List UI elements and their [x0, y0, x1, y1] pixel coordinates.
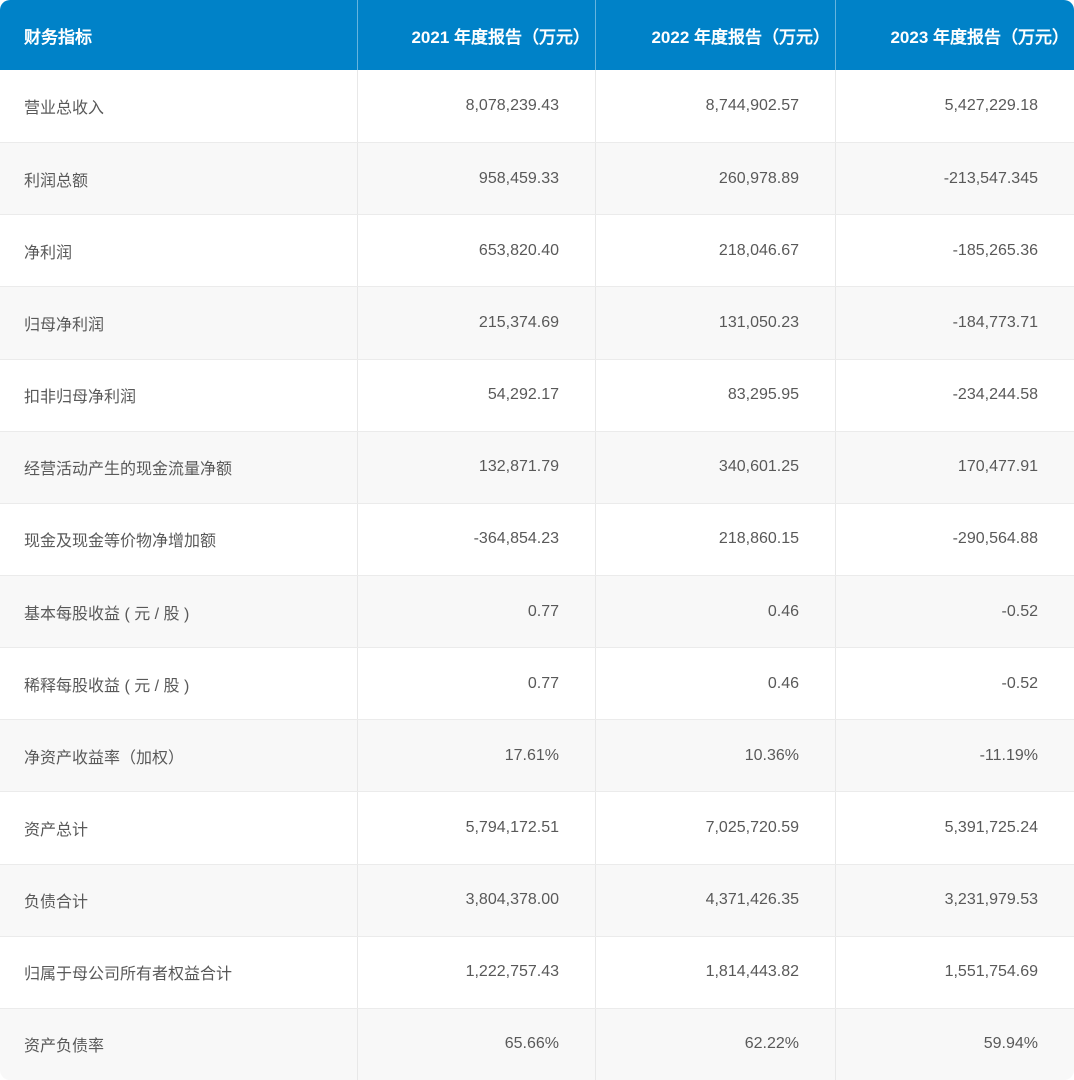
value-cell-2021: -364,854.23 — [357, 503, 595, 575]
metric-label-cell: 负债合计 — [24, 894, 89, 912]
value-cell-2023: -0.52 — [835, 648, 1074, 720]
value-cell-2021: 3,804,378.00 — [357, 864, 595, 936]
table-row: 净利润 653,820.40 218,046.67 -185,265.36 — [0, 214, 1074, 287]
value-cell-2023: -185,265.36 — [835, 215, 1074, 287]
value-cell-2023: -290,564.88 — [835, 503, 1074, 575]
value-cell-2022: 0.46 — [595, 648, 835, 720]
value-cell-2023: -11.19% — [835, 720, 1074, 792]
value-cell-2022: 4,371,426.35 — [595, 864, 835, 936]
value-cell-2023: -0.52 — [835, 575, 1074, 648]
value-cell-2021: 65.66% — [357, 1008, 595, 1080]
value-cell-2023: 170,477.91 — [835, 431, 1074, 503]
value-cell-2021: 215,374.69 — [357, 287, 595, 359]
table-row: 基本每股收益 ( 元 / 股 ) 0.77 0.46 -0.52 — [0, 574, 1074, 648]
metric-label-cell: 资产负债率 — [24, 1038, 105, 1056]
table-row: 稀释每股收益 ( 元 / 股 ) 0.77 0.46 -0.52 — [0, 647, 1074, 720]
metric-label-cell: 现金及现金等价物净增加额 — [24, 533, 217, 551]
table-row: 归母净利润 215,374.69 131,050.23 -184,773.71 — [0, 286, 1074, 359]
header-cell-2021-report: 2021 年度报告（万元） — [357, 0, 595, 70]
metric-label-cell: 归母净利润 — [24, 316, 105, 334]
value-cell-2023: -234,244.58 — [835, 359, 1074, 431]
table-row: 归属于母公司所有者权益合计 1,222,757.43 1,814,443.82 1,5… — [0, 935, 1074, 1008]
value-cell-2021: 958,459.33 — [357, 143, 595, 215]
metric-label-cell: 净利润 — [24, 244, 73, 262]
value-cell-2022: 62.22% — [595, 1008, 835, 1080]
table-row: 资产总计 5,794,172.51 7,025,720.59 5,391,725.24 — [0, 791, 1074, 864]
metric-label-cell: 利润总额 — [24, 172, 89, 190]
metric-label-cell: 归属于母公司所有者权益合计 — [24, 966, 233, 984]
value-cell-2022: 8,744,902.57 — [595, 70, 835, 143]
value-cell-2023: 1,551,754.69 — [835, 936, 1074, 1008]
table-row: 扣非归母净利润 54,292.17 83,295.95 -234,244.58 — [0, 358, 1074, 431]
table-row: 营业总收入 8,078,239.43 8,744,902.57 5,427,229.1… — [0, 70, 1074, 143]
metric-label-cell: 稀释每股收益 ( 元 / 股 ) — [24, 677, 190, 695]
value-cell-2021: 1,222,757.43 — [357, 936, 595, 1008]
value-cell-2022: 0.46 — [595, 575, 835, 648]
value-cell-2023: 5,427,229.18 — [835, 70, 1074, 143]
value-cell-2023: 59.94% — [835, 1008, 1074, 1080]
table-row: 净资产收益率（加权） 17.61% 10.36% -11.19% — [0, 719, 1074, 792]
value-cell-2023: -213,547.345 — [835, 143, 1074, 215]
value-cell-2022: 260,978.89 — [595, 143, 835, 215]
metric-label-cell: 营业总收入 — [24, 100, 105, 118]
header-cell-2022-report: 2022 年度报告（万元） — [595, 0, 835, 70]
value-cell-2022: 83,295.95 — [595, 359, 835, 431]
value-cell-2021: 0.77 — [357, 648, 595, 720]
table-body: 营业总收入 8,078,239.43 8,744,902.57 5,427,229.1… — [0, 70, 1074, 1080]
value-cell-2023: 3,231,979.53 — [835, 864, 1074, 936]
table-header-row: 财务指标 2021 年度报告（万元） 2022 年度报告（万元） 2023 年度… — [0, 0, 1074, 70]
metric-label-cell: 经营活动产生的现金流量净额 — [24, 461, 233, 479]
value-cell-2022: 10.36% — [595, 720, 835, 792]
financial-indicators-table: 财务指标 2021 年度报告（万元） 2022 年度报告（万元） 2023 年度… — [0, 0, 1074, 1080]
value-cell-2023: -184,773.71 — [835, 287, 1074, 359]
value-cell-2023: 5,391,725.24 — [835, 792, 1074, 864]
table-row: 资产负债率 65.66% 62.22% 59.94% — [0, 1007, 1074, 1080]
metric-label-cell: 资产总计 — [24, 821, 89, 839]
table-row: 经营活动产生的现金流量净额 132,871.79 340,601.25 170,477… — [0, 430, 1074, 503]
value-cell-2021: 54,292.17 — [357, 359, 595, 431]
value-cell-2022: 218,860.15 — [595, 503, 835, 575]
value-cell-2022: 218,046.67 — [595, 215, 835, 287]
value-cell-2021: 132,871.79 — [357, 431, 595, 503]
value-cell-2021: 17.61% — [357, 720, 595, 792]
table-row: 现金及现金等价物净增加额 -364,854.23 218,860.15 -290,56… — [0, 502, 1074, 575]
header-cell-metric: 财务指标 — [24, 27, 92, 47]
value-cell-2022: 340,601.25 — [595, 431, 835, 503]
table-row: 利润总额 958,459.33 260,978.89 -213,547.345 — [0, 142, 1074, 215]
header-cell-2023-report: 2023 年度报告（万元） — [835, 0, 1074, 70]
metric-label-cell: 基本每股收益 ( 元 / 股 ) — [24, 605, 190, 623]
value-cell-2021: 653,820.40 — [357, 215, 595, 287]
value-cell-2021: 8,078,239.43 — [357, 70, 595, 143]
value-cell-2022: 131,050.23 — [595, 287, 835, 359]
metric-label-cell: 扣非归母净利润 — [24, 389, 137, 407]
value-cell-2021: 5,794,172.51 — [357, 792, 595, 864]
value-cell-2021: 0.77 — [357, 575, 595, 648]
metric-label-cell: 净资产收益率（加权） — [24, 749, 185, 767]
value-cell-2022: 1,814,443.82 — [595, 936, 835, 1008]
value-cell-2022: 7,025,720.59 — [595, 792, 835, 864]
table-row: 负债合计 3,804,378.00 4,371,426.35 3,231,979.53 — [0, 863, 1074, 936]
